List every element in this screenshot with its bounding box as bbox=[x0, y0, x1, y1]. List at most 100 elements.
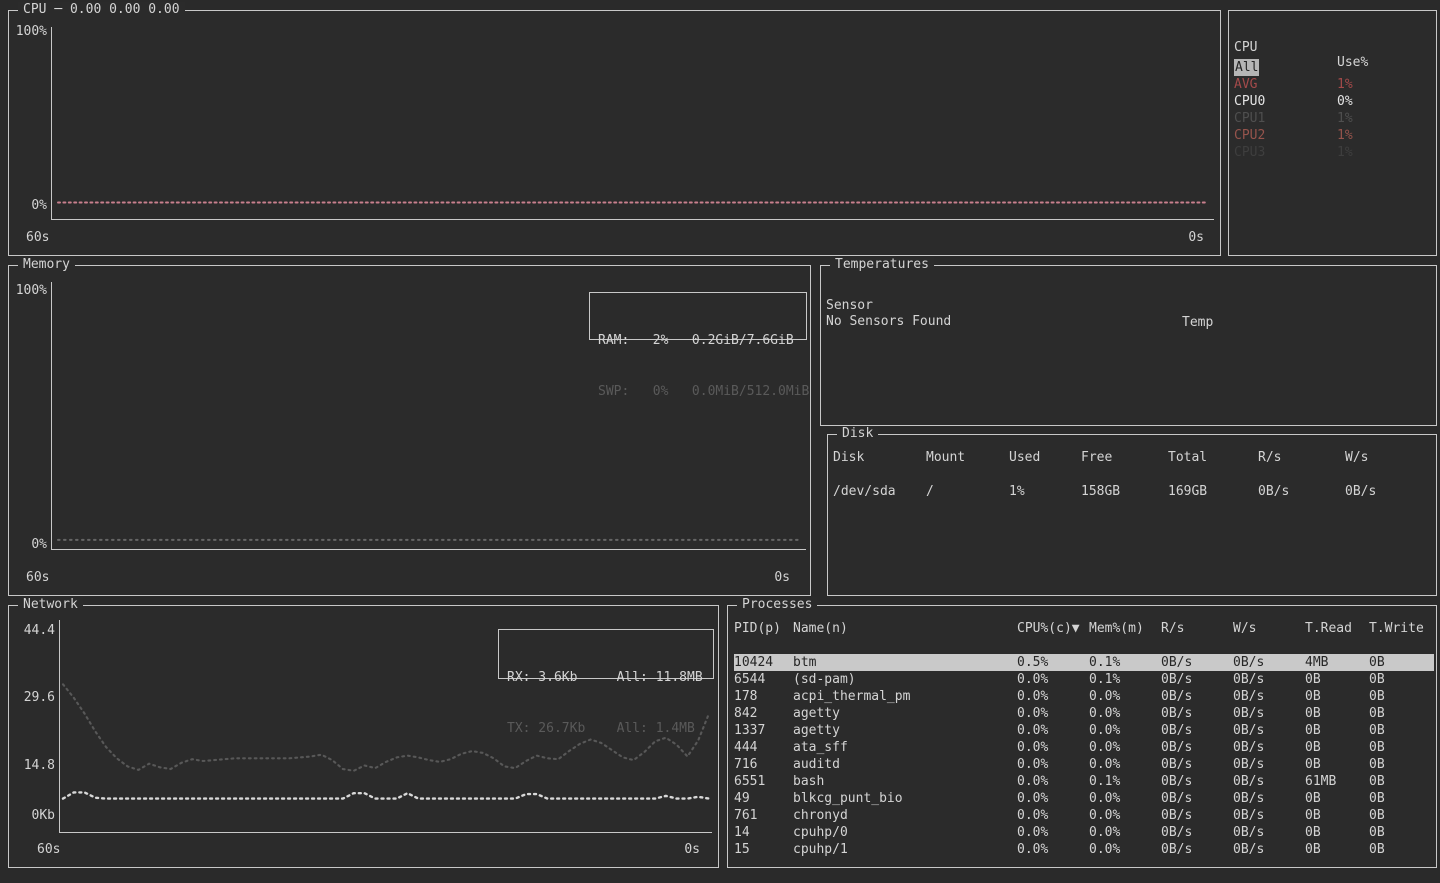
table-row[interactable]: 444ata_sff0.0%0.0%0B/s0B/s0B0B bbox=[734, 739, 1434, 756]
table-row[interactable]: 49blkcg_punt_bio0.0%0.0%0B/s0B/s0B0B bbox=[734, 790, 1434, 807]
cpu-legend-col-cpu: CPU bbox=[1234, 40, 1257, 55]
cpu-legend-row-cpu2[interactable]: CPU21% bbox=[1234, 127, 1432, 144]
cpu-legend-row-avg[interactable]: AVG1% bbox=[1234, 76, 1432, 93]
temperatures-panel[interactable]: Temperatures Sensor Temp No Sensors Foun… bbox=[820, 265, 1437, 426]
temp-col-temp[interactable]: Temp bbox=[1182, 314, 1213, 331]
pccell-5: 0B/s bbox=[1233, 705, 1305, 722]
pccell-6: 0B bbox=[1305, 722, 1369, 739]
pccell-7: 0B bbox=[1369, 773, 1435, 790]
dccol-header-2[interactable]: Used bbox=[1009, 449, 1081, 466]
pccell-5: 0B/s bbox=[1233, 790, 1305, 807]
pccol-header-1[interactable]: Name(n) bbox=[793, 620, 1017, 637]
cpu-core-label: All bbox=[1234, 59, 1259, 76]
pccell-2: 0.0% bbox=[1017, 756, 1089, 773]
pccell-5: 0B/s bbox=[1233, 722, 1305, 739]
network-legend-rx: RX: 3.6Kb All: 11.8MB bbox=[507, 669, 705, 686]
memory-x-left-label: 60s bbox=[26, 570, 49, 585]
pccell-3: 0.0% bbox=[1089, 841, 1161, 858]
cpu-legend-row-cpu0[interactable]: CPU00% bbox=[1234, 93, 1432, 110]
dccol-header-4[interactable]: Total bbox=[1168, 449, 1258, 466]
processes-header-row: PID(p)Name(n)CPU%(c)▼Mem%(m)R/sW/sT.Read… bbox=[734, 620, 1434, 637]
pccol-header-2[interactable]: CPU%(c)▼ bbox=[1017, 620, 1089, 637]
cpu-legend-row-all[interactable]: All bbox=[1234, 59, 1432, 76]
processes-panel[interactable]: Processes PID(p)Name(n)CPU%(c)▼Mem%(m)R/… bbox=[727, 605, 1437, 868]
pccell-5: 0B/s bbox=[1233, 756, 1305, 773]
table-row[interactable]: 10424btm0.5%0.1%0B/s0B/s4MB0B bbox=[734, 654, 1434, 671]
pccell-0: 10424 bbox=[734, 654, 793, 671]
table-row[interactable]: 716auditd0.0%0.0%0B/s0B/s0B0B bbox=[734, 756, 1434, 773]
pccell-3: 0.0% bbox=[1089, 790, 1161, 807]
table-row[interactable]: 14cpuhp/00.0%0.0%0B/s0B/s0B0B bbox=[734, 824, 1434, 841]
cpu-core-use-value: 1% bbox=[1337, 110, 1353, 127]
cpu-legend-row-cpu1[interactable]: CPU11% bbox=[1234, 110, 1432, 127]
table-row[interactable]: 842agetty0.0%0.0%0B/s0B/s0B0B bbox=[734, 705, 1434, 722]
dccol-header-3[interactable]: Free bbox=[1081, 449, 1168, 466]
pccell-5: 0B/s bbox=[1233, 739, 1305, 756]
table-row[interactable]: 178acpi_thermal_pm0.0%0.0%0B/s0B/s0B0B bbox=[734, 688, 1434, 705]
table-row[interactable]: /dev/sda/1%158GB169GB0B/s0B/s bbox=[833, 483, 1434, 500]
pccell-1: blkcg_punt_bio bbox=[793, 790, 1017, 807]
table-row[interactable]: 6544(sd-pam)0.0%0.1%0B/s0B/s0B0B bbox=[734, 671, 1434, 688]
pccell-6: 0B bbox=[1305, 790, 1369, 807]
pccell-2: 0.0% bbox=[1017, 671, 1089, 688]
pccell-4: 0B/s bbox=[1161, 773, 1233, 790]
pccell-7: 0B bbox=[1369, 688, 1435, 705]
pccell-7: 0B bbox=[1369, 824, 1435, 841]
network-panel[interactable]: Network 44.429.614.80Kb 60s 0s RX: 3.6Kb… bbox=[8, 605, 719, 868]
pccell-2: 0.0% bbox=[1017, 824, 1089, 841]
pccell-5: 0B/s bbox=[1233, 671, 1305, 688]
cpu-core-label: AVG bbox=[1234, 76, 1257, 93]
pccol-header-7[interactable]: T.Write bbox=[1369, 620, 1435, 637]
table-row[interactable]: 761chronyd0.0%0.0%0B/s0B/s0B0B bbox=[734, 807, 1434, 824]
cpu-legend-row-cpu3[interactable]: CPU31% bbox=[1234, 144, 1432, 161]
cpu-chart-panel[interactable]: CPU ─ 0.00 0.00 0.00 100% 0% 60s 0s bbox=[8, 10, 1221, 256]
pccell-5: 0B/s bbox=[1233, 654, 1305, 671]
pccell-1: chronyd bbox=[793, 807, 1017, 824]
pccell-0: 49 bbox=[734, 790, 793, 807]
network-legend-tx: TX: 26.7Kb All: 1.4MB bbox=[507, 720, 705, 737]
dccol-header-0[interactable]: Disk bbox=[833, 449, 926, 466]
cpu-panel-title: CPU ─ 0.00 0.00 0.00 bbox=[18, 2, 185, 17]
pccol-header-0[interactable]: PID(p) bbox=[734, 620, 793, 637]
table-row[interactable]: 1337agetty0.0%0.0%0B/s0B/s0B0B bbox=[734, 722, 1434, 739]
table-row[interactable]: 6551bash0.0%0.1%0B/s0B/s61MB0B bbox=[734, 773, 1434, 790]
pccell-4: 0B/s bbox=[1161, 688, 1233, 705]
pccell-0: 1337 bbox=[734, 722, 793, 739]
pccol-header-3[interactable]: Mem%(m) bbox=[1089, 620, 1161, 637]
pccell-7: 0B bbox=[1369, 705, 1435, 722]
temp-col-sensor[interactable]: Sensor bbox=[826, 297, 873, 314]
pccell-4: 0B/s bbox=[1161, 654, 1233, 671]
disk-panel[interactable]: Disk DiskMountUsedFreeTotalR/sW/s /dev/s… bbox=[827, 434, 1437, 596]
processes-rows: 10424btm0.5%0.1%0B/s0B/s4MB0B6544(sd-pam… bbox=[729, 654, 1434, 858]
cpu-legend-panel[interactable]: CPU Use% AllAVG1%CPU00%CPU11%CPU21%CPU31… bbox=[1228, 10, 1437, 256]
dccell-6: 0B/s bbox=[1345, 483, 1429, 500]
temperatures-empty-message: No Sensors Found bbox=[826, 314, 951, 329]
memory-legend-swap: SWP: 0% 0.0MiB/512.0MiB bbox=[598, 383, 798, 400]
pccol-header-5[interactable]: W/s bbox=[1233, 620, 1305, 637]
pccol-header-4[interactable]: R/s bbox=[1161, 620, 1233, 637]
disk-panel-title: Disk bbox=[837, 426, 878, 441]
pccell-7: 0B bbox=[1369, 841, 1435, 858]
pccol-header-6[interactable]: T.Read bbox=[1305, 620, 1369, 637]
dccol-header-1[interactable]: Mount bbox=[926, 449, 1009, 466]
pccell-0: 716 bbox=[734, 756, 793, 773]
pccell-3: 0.0% bbox=[1089, 688, 1161, 705]
pccell-5: 0B/s bbox=[1233, 807, 1305, 824]
dccol-header-6[interactable]: W/s bbox=[1345, 449, 1429, 466]
memory-panel[interactable]: Memory 100% 0% 60s 0s RAM: 2% 0.2GiB/7.6… bbox=[8, 265, 811, 596]
cpu-usage-chart bbox=[51, 27, 1214, 220]
pccell-2: 0.0% bbox=[1017, 739, 1089, 756]
pccell-2: 0.0% bbox=[1017, 773, 1089, 790]
cpu-core-use-value: 1% bbox=[1337, 144, 1353, 161]
pccell-7: 0B bbox=[1369, 790, 1435, 807]
pccell-4: 0B/s bbox=[1161, 739, 1233, 756]
dccol-header-5[interactable]: R/s bbox=[1258, 449, 1345, 466]
pccell-7: 0B bbox=[1369, 722, 1435, 739]
memory-legend-ram: RAM: 2% 0.2GiB/7.6GiB bbox=[598, 332, 798, 349]
cpu-load-average: 0.00 0.00 0.00 bbox=[70, 2, 180, 17]
cpu-y-min-label: 0% bbox=[9, 198, 47, 213]
pccell-0: 6551 bbox=[734, 773, 793, 790]
table-row[interactable]: 15cpuhp/10.0%0.0%0B/s0B/s0B0B bbox=[734, 841, 1434, 858]
pccell-6: 0B bbox=[1305, 671, 1369, 688]
cpu-core-use-value: 0% bbox=[1337, 93, 1353, 110]
